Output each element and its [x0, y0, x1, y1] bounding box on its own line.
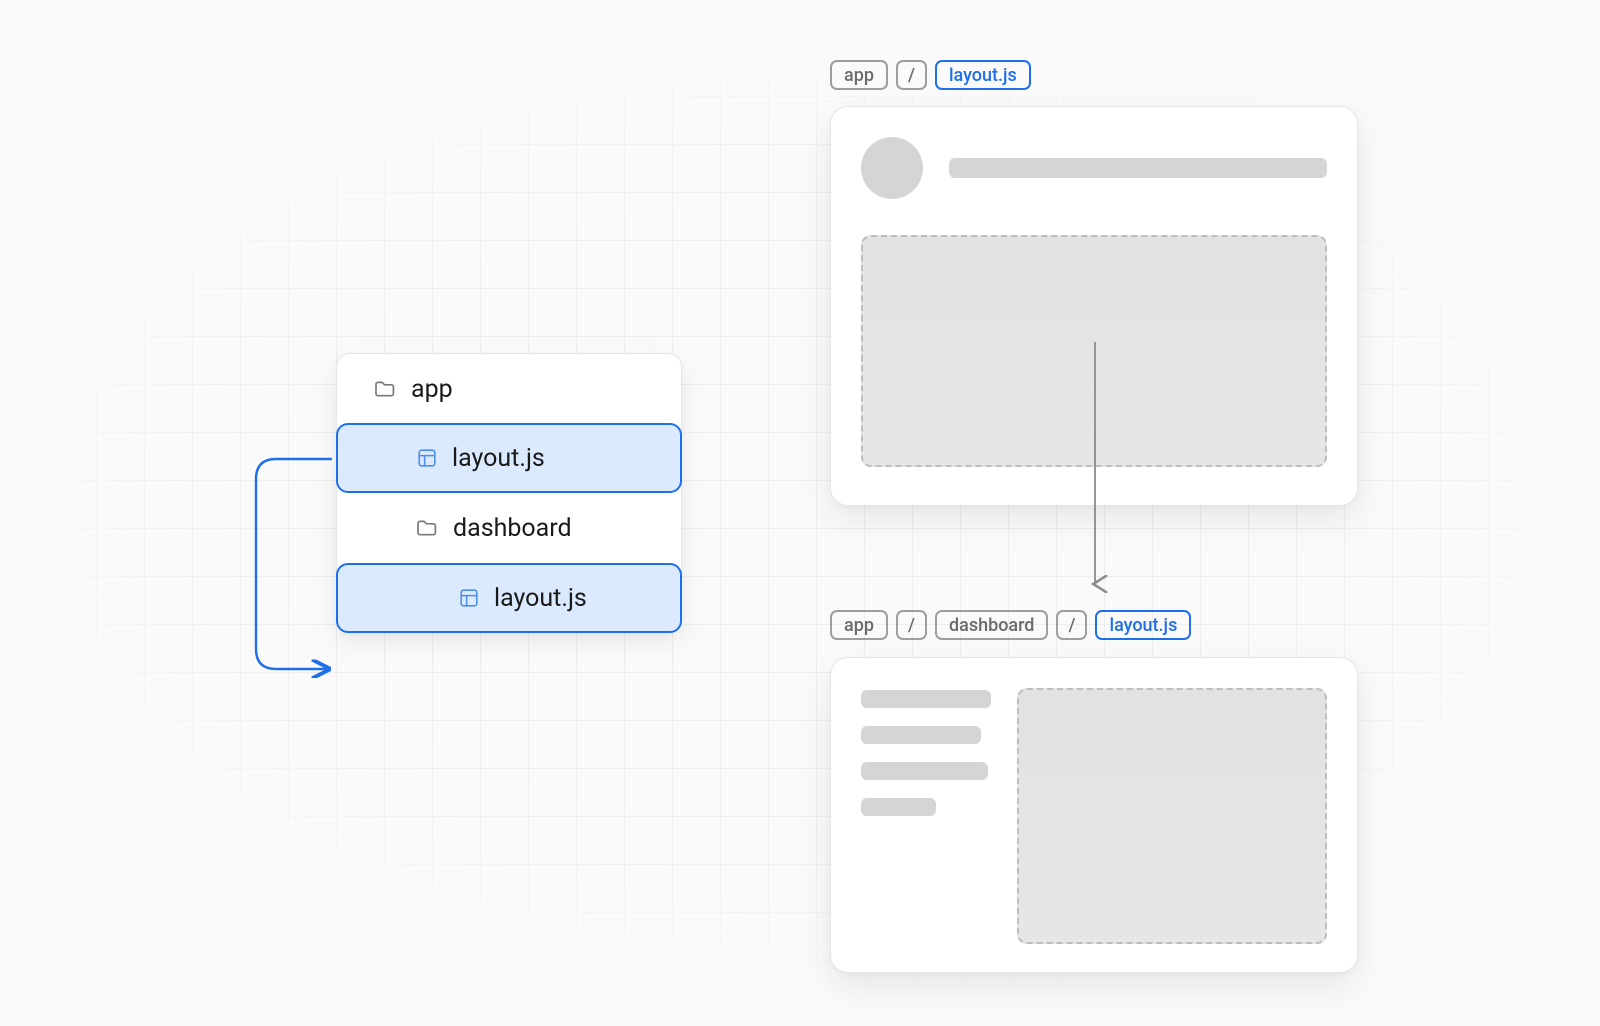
breadcrumb-separator: / — [896, 610, 927, 640]
breadcrumb-separator: / — [896, 60, 927, 90]
tree-label: layout.js — [452, 444, 545, 473]
tree-connector-arrow — [236, 453, 336, 678]
breadcrumb-item: dashboard — [935, 610, 1048, 640]
tree-item-app-layout[interactable]: layout.js — [336, 423, 682, 493]
breadcrumb-top: app / layout.js — [830, 60, 1031, 90]
breadcrumb-item-active: layout.js — [1095, 610, 1191, 640]
preview-app-layout — [830, 106, 1358, 506]
tree-item-dashboard-layout[interactable]: layout.js — [336, 563, 682, 633]
preview-header — [861, 137, 1327, 199]
folder-icon — [415, 516, 439, 540]
diagram-stage: app layout.js dashboard — [0, 0, 1600, 1026]
breadcrumb-separator: / — [1056, 610, 1087, 640]
skeleton-bar — [861, 726, 981, 744]
tree-label: layout.js — [494, 584, 587, 613]
children-slot — [861, 235, 1327, 467]
tree-label: dashboard — [453, 514, 572, 543]
skeleton-bar — [861, 690, 991, 708]
skeleton-bar — [861, 762, 988, 780]
sidebar-skeleton — [861, 688, 991, 942]
layout-icon — [458, 587, 480, 609]
skeleton-avatar — [861, 137, 923, 199]
tree-item-dashboard[interactable]: dashboard — [337, 493, 681, 563]
children-slot — [1017, 688, 1327, 944]
breadcrumb-item: app — [830, 60, 888, 90]
skeleton-bar — [949, 158, 1327, 178]
folder-icon — [373, 377, 397, 401]
tree-label: app — [411, 375, 453, 404]
file-tree-panel: app layout.js dashboard — [336, 353, 682, 633]
layout-icon — [416, 447, 438, 469]
tree-item-app[interactable]: app — [337, 354, 681, 424]
breadcrumb-item-active: layout.js — [935, 60, 1031, 90]
skeleton-bar — [861, 798, 936, 816]
breadcrumb-bottom: app / dashboard / layout.js — [830, 610, 1191, 640]
preview-dashboard-layout — [830, 657, 1358, 973]
breadcrumb-item: app — [830, 610, 888, 640]
